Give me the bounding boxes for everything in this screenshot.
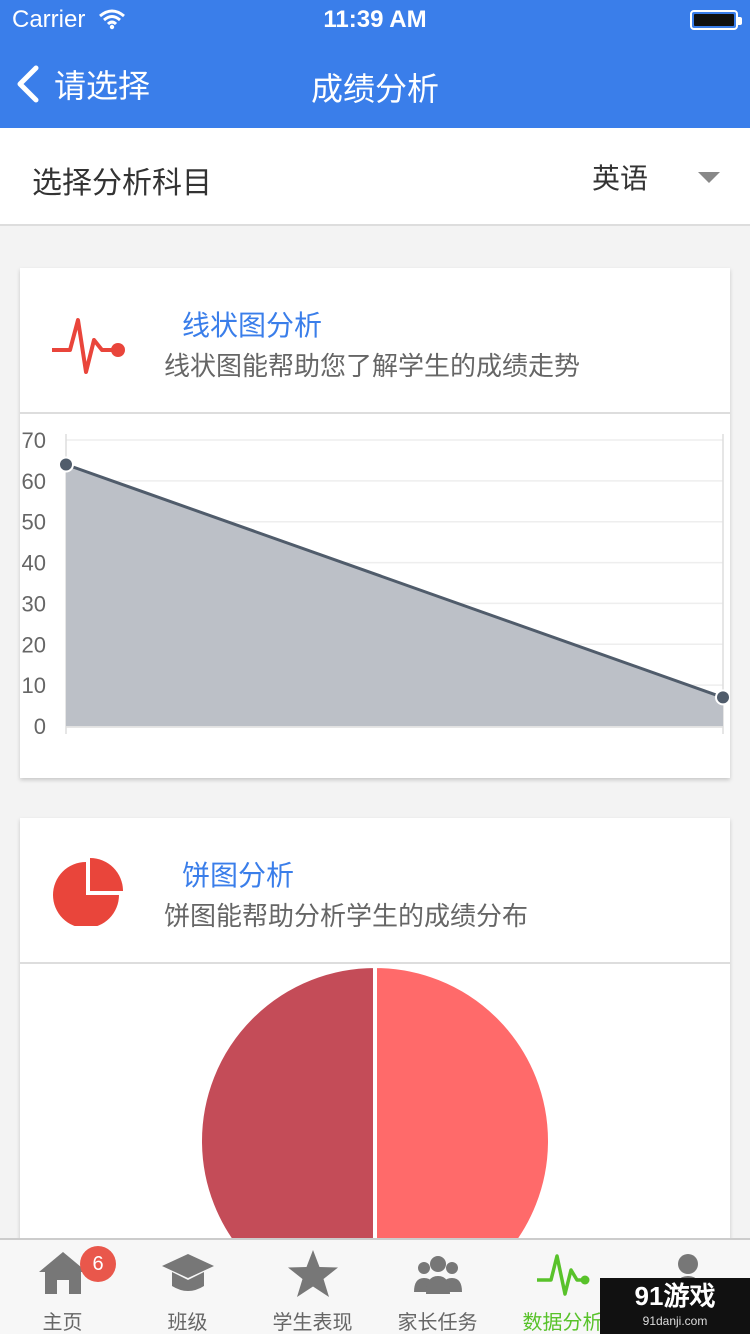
subject-label: 选择分析科目 bbox=[32, 166, 212, 201]
tab-label: 主页 bbox=[42, 1310, 83, 1334]
pie-card-title: 饼图分析 bbox=[182, 859, 295, 892]
y-tick-label: 50 bbox=[22, 510, 46, 535]
tab-label: 学生表现 bbox=[272, 1310, 353, 1334]
status-bar: Carrier 11:39 AM bbox=[0, 0, 750, 40]
y-tick-label: 40 bbox=[22, 551, 46, 576]
line-chart-svg: 0 10 20 30 40 50 60 70 bbox=[22, 428, 731, 739]
watermark-logo: 91游戏 91danji.com bbox=[600, 1278, 750, 1334]
subject-row: 选择分析科目 英语 bbox=[0, 128, 750, 226]
dropdown-caret-icon bbox=[698, 171, 720, 183]
graduation-cap-icon bbox=[161, 1254, 214, 1291]
pie-slice bbox=[373, 963, 552, 1248]
data-point bbox=[58, 456, 74, 473]
pie-chart-icon bbox=[53, 858, 123, 926]
y-tick-label: 70 bbox=[22, 428, 46, 453]
tab-parent-tasks[interactable]: 家长任务 bbox=[375, 1240, 500, 1334]
battery-icon bbox=[690, 10, 742, 30]
line-chart-card: 线状图分析 线状图能帮助您了解学生的成绩走势 0 10 20 30 40 50 60 70 bbox=[20, 268, 731, 778]
subject-value: 英语 bbox=[591, 162, 648, 195]
pie-card-header: 饼图分析 饼图能帮助分析学生的成绩分布 bbox=[20, 818, 730, 964]
line-card-title: 线状图分析 bbox=[182, 309, 323, 342]
pulse-icon bbox=[536, 1254, 589, 1296]
subject-dropdown[interactable]: 英语 bbox=[592, 152, 720, 202]
tab-label: 家长任务 bbox=[397, 1310, 478, 1334]
status-time: 11:39 AM bbox=[323, 6, 427, 33]
pie-chart-svg bbox=[198, 963, 552, 1248]
y-tick-label: 30 bbox=[22, 591, 46, 616]
y-tick-label: 10 bbox=[22, 673, 46, 698]
pie-chart bbox=[20, 963, 730, 1248]
star-icon bbox=[287, 1250, 338, 1297]
tab-label: 班级 bbox=[167, 1310, 208, 1334]
area-fill bbox=[66, 464, 723, 726]
tab-home[interactable]: 6 主页 bbox=[0, 1240, 125, 1334]
pie-card-description: 饼图能帮助分析学生的成绩分布 bbox=[164, 902, 529, 932]
nav-bar: Carrier 11:39 AM 请选择 成绩分析 bbox=[0, 0, 750, 128]
group-icon bbox=[413, 1256, 462, 1294]
y-tick-label: 0 bbox=[34, 714, 46, 739]
page-title: 成绩分析 bbox=[310, 70, 439, 108]
line-card-description: 线状图能帮助您了解学生的成绩走势 bbox=[164, 352, 581, 382]
watermark-sub: 91danji.com bbox=[642, 1314, 708, 1328]
pie-slice bbox=[198, 963, 377, 1248]
watermark-main: 91游戏 bbox=[634, 1281, 716, 1311]
tab-class[interactable]: 班级 bbox=[125, 1240, 250, 1334]
line-card-header: 线状图分析 线状图能帮助您了解学生的成绩走势 bbox=[20, 268, 730, 414]
pie-chart-card: 饼图分析 饼图能帮助分析学生的成绩分布 bbox=[20, 818, 730, 1248]
line-chart: 0 10 20 30 40 50 60 70 bbox=[20, 416, 731, 746]
y-tick-label: 20 bbox=[22, 632, 46, 657]
pulse-icon bbox=[52, 318, 125, 374]
notification-badge: 6 bbox=[80, 1246, 116, 1282]
y-tick-label: 60 bbox=[22, 469, 46, 494]
tab-student-performance[interactable]: 学生表现 bbox=[250, 1240, 375, 1334]
data-point bbox=[715, 689, 731, 706]
